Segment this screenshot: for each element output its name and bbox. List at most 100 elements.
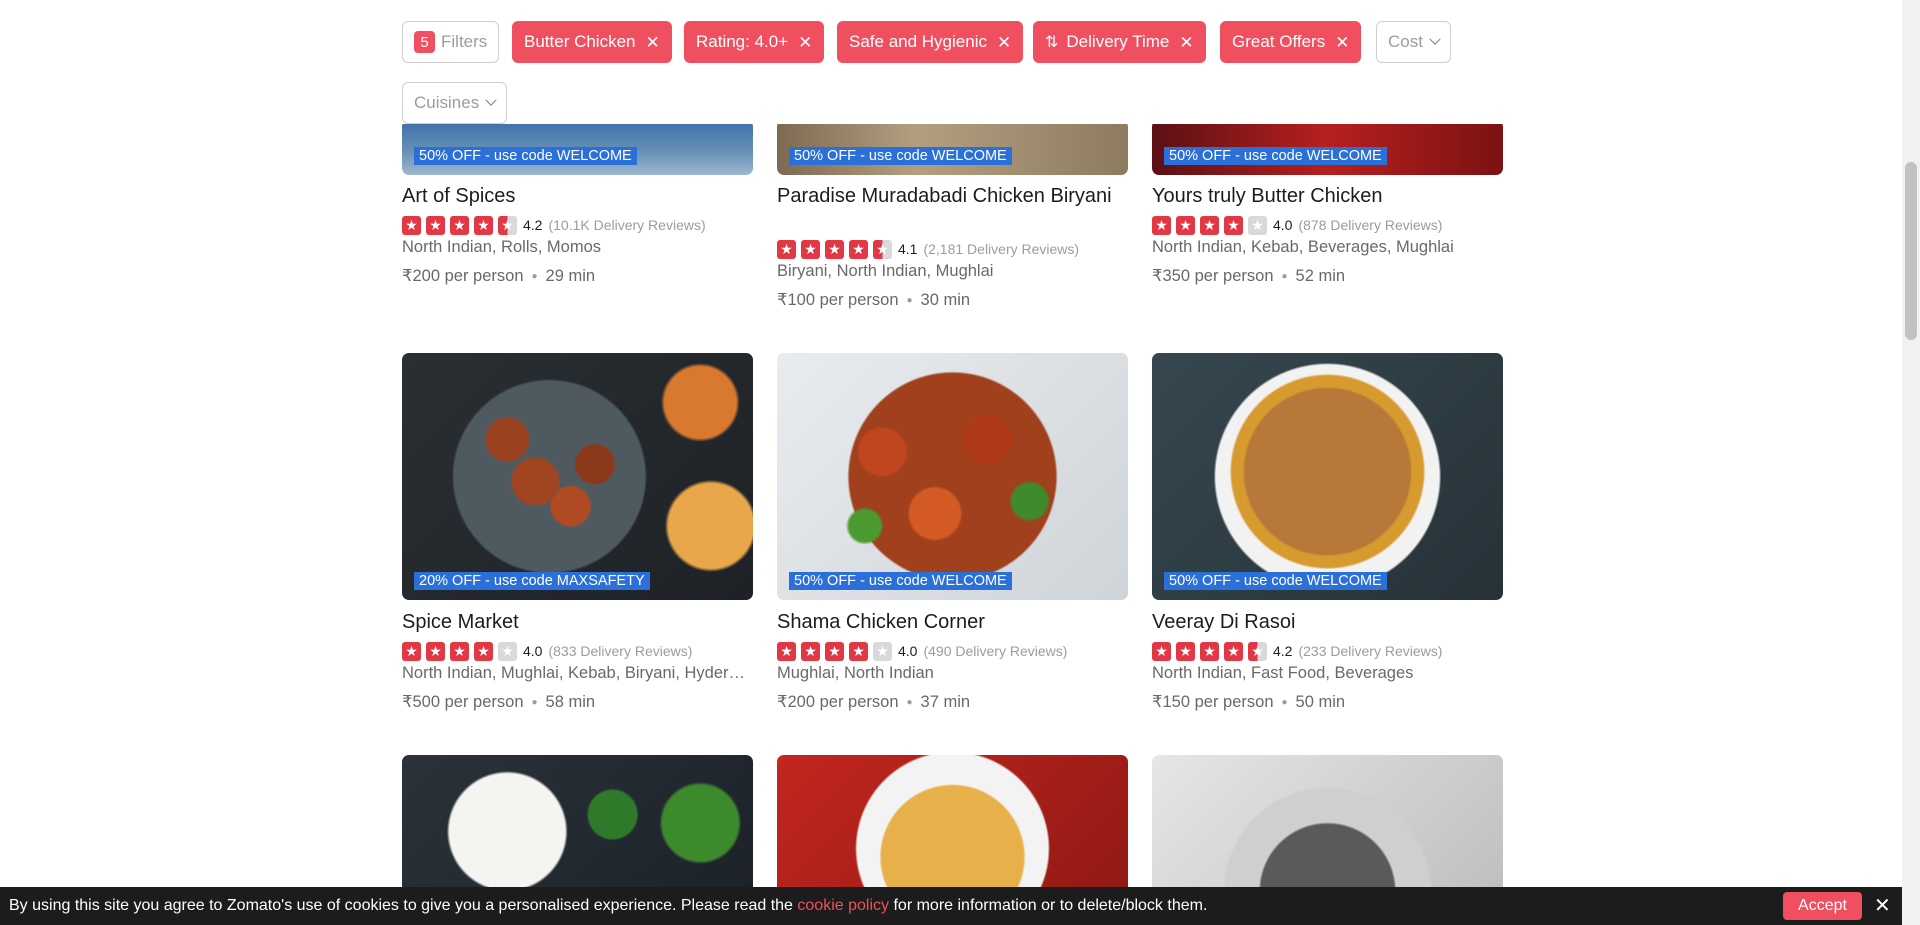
close-icon[interactable]: ✕ xyxy=(646,34,660,51)
cookie-text-before: By using this site you agree to Zomato's… xyxy=(9,897,793,914)
review-count: (233 Delivery Reviews) xyxy=(1298,643,1443,659)
cookie-text-after: for more information or to delete/block … xyxy=(893,897,1208,914)
cuisine-list: North Indian, Mughlai, Kebab, Biryani, H… xyxy=(402,664,746,682)
separator-dot: ● xyxy=(1281,271,1288,283)
restaurant-name[interactable]: Shama Chicken Corner xyxy=(777,610,1128,634)
filter-chip-rating[interactable]: Rating: 4.0+ ✕ xyxy=(684,21,825,63)
restaurant-listing-page: 50% OFF - use code WELCOME Art of Spices… xyxy=(0,0,1920,925)
close-icon[interactable]: ✕ xyxy=(1874,893,1891,918)
star-icon: ★ xyxy=(450,641,469,661)
rating-value: 4.2 xyxy=(1273,643,1293,659)
offer-badge: 50% OFF - use code WELCOME xyxy=(414,147,637,165)
restaurant-name[interactable]: Art of Spices xyxy=(402,184,753,208)
star-icon: ★ xyxy=(1248,641,1267,661)
restaurant-image[interactable]: 20% OFF - use code MAXSAFETY xyxy=(402,353,753,600)
cost-per-person: ₹100 per person xyxy=(777,291,899,309)
offer-badge: 20% OFF - use code MAXSAFETY xyxy=(414,572,650,590)
restaurant-name[interactable]: Yours truly Butter Chicken xyxy=(1152,184,1503,208)
filters-label: Filters xyxy=(441,32,488,51)
star-icon: ★ xyxy=(1152,215,1171,235)
page-scrollbar[interactable] xyxy=(1902,0,1920,925)
chevron-down-icon xyxy=(1429,33,1441,45)
star-icon: ★ xyxy=(402,215,421,235)
star-icon: ★ xyxy=(426,641,445,661)
cost-per-person: ₹150 per person xyxy=(1152,693,1274,711)
cost-time: ₹100 per person ● 30 min xyxy=(777,290,970,310)
rating-row: ★ ★ ★ ★ ★ 4.0 (833 Delivery Reviews) xyxy=(402,640,692,662)
review-count: (878 Delivery Reviews) xyxy=(1298,217,1443,233)
review-count: (10.1K Delivery Reviews) xyxy=(548,217,706,233)
review-count: (833 Delivery Reviews) xyxy=(548,643,693,659)
star-icon: ★ xyxy=(498,641,517,661)
star-icon: ★ xyxy=(474,641,493,661)
close-icon[interactable]: ✕ xyxy=(798,34,812,51)
offer-badge: 50% OFF - use code WELCOME xyxy=(1164,147,1387,165)
filter-chip-butter-chicken[interactable]: Butter Chicken ✕ xyxy=(512,21,672,63)
filter-chip-delivery-time[interactable]: ⇅ Delivery Time ✕ xyxy=(1033,21,1206,63)
separator-dot: ● xyxy=(906,697,913,709)
delivery-time: 30 min xyxy=(920,291,971,309)
rating-value: 4.0 xyxy=(898,643,918,659)
star-icon: ★ xyxy=(849,239,868,259)
rating-value: 4.0 xyxy=(523,643,543,659)
restaurant-image[interactable]: 50% OFF - use code WELCOME xyxy=(777,120,1128,175)
cost-time: ₹500 per person ● 58 min xyxy=(402,692,595,712)
cookie-policy-link[interactable]: cookie policy xyxy=(797,897,889,915)
cuisines-dropdown[interactable]: Cuisines xyxy=(402,82,508,124)
separator-dot: ● xyxy=(531,697,538,709)
cost-time: ₹150 per person ● 50 min xyxy=(1152,692,1345,712)
sort-icon: ⇅ xyxy=(1045,34,1059,51)
review-count: (2,181 Delivery Reviews) xyxy=(923,241,1080,257)
close-icon[interactable]: ✕ xyxy=(1179,34,1193,51)
close-icon[interactable]: ✕ xyxy=(997,34,1011,51)
cost-per-person: ₹350 per person xyxy=(1152,267,1274,285)
delivery-time: 50 min xyxy=(1295,693,1346,711)
delivery-time: 52 min xyxy=(1295,267,1346,285)
cookie-banner: By using this site you agree to Zomato's… xyxy=(0,887,1902,925)
star-icon: ★ xyxy=(474,215,493,235)
close-icon[interactable]: ✕ xyxy=(1335,34,1349,51)
filters-button[interactable]: 5 Filters xyxy=(402,21,500,63)
restaurant-name[interactable]: Paradise Muradabadi Chicken Biryani xyxy=(777,184,1128,208)
filter-chip-label: Safe and Hygienic xyxy=(849,32,987,51)
star-icon: ★ xyxy=(1224,641,1243,661)
filter-chip-label: Rating: 4.0+ xyxy=(696,32,789,51)
restaurant-name[interactable]: Spice Market xyxy=(402,610,753,634)
cost-per-person: ₹500 per person xyxy=(402,693,524,711)
cost-per-person: ₹200 per person xyxy=(777,693,899,711)
cost-time: ₹200 per person ● 29 min xyxy=(402,266,595,286)
separator-dot: ● xyxy=(906,295,913,307)
restaurant-image[interactable]: 50% OFF - use code WELCOME xyxy=(402,120,753,175)
chevron-down-icon xyxy=(485,94,497,106)
cost-time: ₹200 per person ● 37 min xyxy=(777,692,970,712)
star-icon: ★ xyxy=(402,641,421,661)
restaurant-image[interactable]: 50% OFF - use code WELCOME xyxy=(777,353,1128,600)
delivery-time: 37 min xyxy=(920,693,971,711)
cost-per-person: ₹200 per person xyxy=(402,267,524,285)
star-icon: ★ xyxy=(1224,215,1243,235)
star-icon: ★ xyxy=(426,215,445,235)
rating-row: ★ ★ ★ ★ ★ 4.0 (490 Delivery Reviews) xyxy=(777,640,1067,662)
rating-row: ★ ★ ★ ★ ★ 4.1 (2,181 Delivery Reviews) xyxy=(777,238,1079,260)
rating-row: ★ ★ ★ ★ ★ 4.0 (878 Delivery Reviews) xyxy=(1152,214,1442,236)
delivery-time: 58 min xyxy=(545,693,596,711)
cuisine-list: North Indian, Fast Food, Beverages xyxy=(1152,664,1414,682)
star-icon: ★ xyxy=(1200,641,1219,661)
star-icon: ★ xyxy=(1152,641,1171,661)
accept-cookies-button[interactable]: Accept xyxy=(1783,892,1862,920)
star-icon: ★ xyxy=(777,641,796,661)
restaurant-name[interactable]: Veeray Di Rasoi xyxy=(1152,610,1503,634)
filter-chip-safe-hygienic[interactable]: Safe and Hygienic ✕ xyxy=(837,21,1024,63)
filter-chip-great-offers[interactable]: Great Offers ✕ xyxy=(1220,21,1362,63)
cuisine-list: Biryani, North Indian, Mughlai xyxy=(777,262,994,280)
restaurant-image[interactable]: 50% OFF - use code WELCOME xyxy=(1152,353,1503,600)
cost-label: Cost xyxy=(1388,32,1423,51)
star-icon: ★ xyxy=(1248,215,1267,235)
separator-dot: ● xyxy=(531,271,538,283)
restaurant-image[interactable]: 50% OFF - use code WELCOME xyxy=(1152,120,1503,175)
star-icon: ★ xyxy=(825,239,844,259)
star-icon: ★ xyxy=(450,215,469,235)
cost-dropdown[interactable]: Cost xyxy=(1376,21,1451,63)
filter-bar: 5 Filters Butter Chicken ✕ Rating: 4.0+ … xyxy=(0,0,1902,124)
scrollbar-thumb[interactable] xyxy=(1905,162,1917,340)
